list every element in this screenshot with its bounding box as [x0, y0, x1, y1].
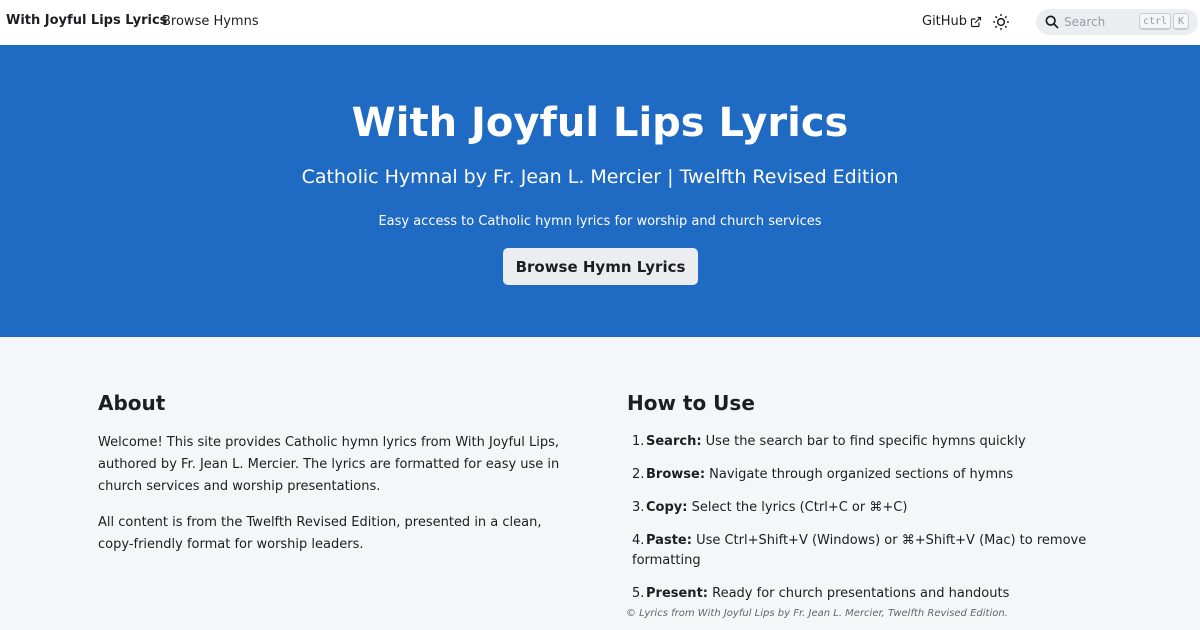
- step-text: Use Ctrl+Shift+V (Windows) or ⌘+Shift+V …: [632, 533, 1087, 568]
- theme-toggle-button[interactable]: [990, 11, 1012, 33]
- list-item: 5. Present: Ready for church presentation…: [632, 586, 1010, 601]
- how-to-use-section: How to Use 1. Search: Use the search bar …: [627, 390, 1107, 617]
- hero-subtitle: Catholic Hymnal by Fr. Jean L. Mercier |…: [301, 166, 899, 188]
- hero-banner: With Joyful Lips Lyrics Catholic Hymnal …: [0, 45, 1200, 337]
- list-item: 2. Browse: Navigate through organized sec…: [632, 467, 1014, 482]
- step-text: Navigate through organized sections of h…: [709, 467, 1014, 482]
- step-label: Copy:: [646, 500, 688, 515]
- navbar: With Joyful Lips Lyrics Browse Hymns Git…: [0, 0, 1200, 45]
- search-box[interactable]: ctrl K: [1036, 9, 1198, 35]
- hero-title: With Joyful Lips Lyrics: [351, 100, 849, 146]
- how-to-use-heading: How to Use: [627, 391, 755, 415]
- step-label: Browse:: [646, 467, 706, 482]
- external-link-icon: [970, 16, 982, 27]
- step-label: Search:: [646, 434, 702, 449]
- copyright-note: © Lyrics from With Joyful Lips by Fr. Je…: [626, 608, 1008, 619]
- kbd-k-key: K: [1173, 13, 1189, 30]
- about-heading: About: [98, 391, 166, 415]
- brand-link[interactable]: With Joyful Lips Lyrics: [6, 13, 167, 28]
- about-paragraph: Welcome! This site provides Catholic hym…: [98, 435, 560, 494]
- github-link[interactable]: GitHub: [922, 14, 982, 29]
- step-text: Ready for church presentations and hando…: [712, 586, 1010, 601]
- search-icon: [1045, 15, 1059, 29]
- about-paragraph: All content is from the Twelfth Revised …: [98, 515, 542, 552]
- list-item: 3. Copy: Select the lyrics (Ctrl+C or ⌘+C…: [632, 500, 908, 515]
- sun-icon: [993, 14, 1009, 30]
- search-input[interactable]: [1064, 13, 1138, 31]
- github-label: GitHub: [922, 14, 968, 29]
- step-text: Use the search bar to find specific hymn…: [705, 434, 1026, 449]
- step-text: Select the lyrics (Ctrl+C or ⌘+C): [691, 500, 908, 515]
- list-item: 4. Paste: Use Ctrl+Shift+V (Windows) or ⌘…: [632, 533, 1087, 568]
- step-label: Present:: [646, 586, 708, 601]
- kbd-ctrl-key: ctrl: [1139, 13, 1171, 30]
- hero-tagline: Easy access to Catholic hymn lyrics for …: [378, 214, 822, 229]
- list-item: 1. Search: Use the search bar to find spe…: [632, 434, 1026, 449]
- nav-link-browse-hymns[interactable]: Browse Hymns: [162, 14, 259, 29]
- browse-hymn-lyrics-button[interactable]: Browse Hymn Lyrics: [503, 248, 698, 285]
- step-label: Paste:: [646, 533, 692, 548]
- how-to-use-list: 1. Search: Use the search bar to find spe…: [627, 432, 1107, 604]
- about-section: About Welcome! This site provides Cathol…: [98, 390, 578, 570]
